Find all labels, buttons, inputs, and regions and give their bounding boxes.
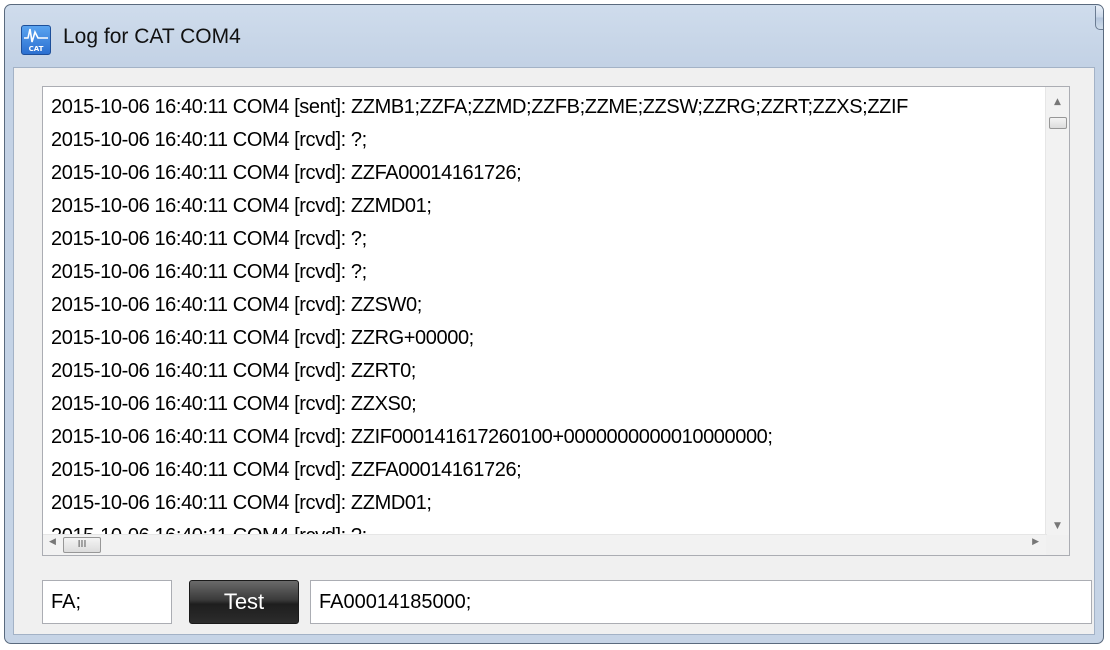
vertical-scroll-thumb[interactable] [1049,117,1067,129]
log-line: 2015-10-06 16:40:11 COM4 [rcvd]: ZZRT0; [51,360,416,382]
log-lines: 2015-10-06 16:40:11 COM4 [sent]: ZZMB1;Z… [51,91,1055,539]
scroll-up-icon[interactable]: ▲ [1046,97,1069,107]
horizontal-scroll-thumb[interactable]: III [63,537,101,553]
title-bar[interactable]: CAT Log for CAT COM4 X [5,5,1103,63]
window-title: Log for CAT COM4 [63,25,241,48]
vertical-scrollbar[interactable]: ▲ ▼ [1045,87,1069,537]
client-area: 2015-10-06 16:40:11 COM4 [sent]: ZZMB1;Z… [13,67,1095,635]
test-button[interactable]: Test [189,580,299,624]
log-line: 2015-10-06 16:40:11 COM4 [sent]: ZZMB1;Z… [51,96,908,118]
horizontal-scrollbar[interactable]: ◀ III ▶ [43,534,1047,555]
log-line: 2015-10-06 16:40:11 COM4 [rcvd]: ZZMD01; [51,492,432,514]
response-field[interactable] [310,580,1092,624]
command-input[interactable] [42,580,172,624]
log-window: CAT Log for CAT COM4 X 2015-10-06 16:40:… [4,4,1104,644]
log-textbox[interactable]: 2015-10-06 16:40:11 COM4 [sent]: ZZMB1;Z… [42,86,1070,556]
scroll-right-icon[interactable]: ▶ [1032,537,1039,547]
app-icon: CAT [21,25,51,55]
log-line: 2015-10-06 16:40:11 COM4 [rcvd]: ZZRG+00… [51,327,474,349]
log-line: 2015-10-06 16:40:11 COM4 [rcvd]: ?; [51,228,367,250]
scrollbar-corner [1046,535,1069,555]
log-line: 2015-10-06 16:40:11 COM4 [rcvd]: ZZMD01; [51,195,432,217]
log-line: 2015-10-06 16:40:11 COM4 [rcvd]: ZZIF000… [51,426,773,448]
minimize-button[interactable] [1095,6,1103,30]
scroll-down-icon[interactable]: ▼ [1046,521,1069,531]
log-line: 2015-10-06 16:40:11 COM4 [rcvd]: ?; [51,129,367,151]
log-line: 2015-10-06 16:40:11 COM4 [rcvd]: ZZXS0; [51,393,417,415]
log-line: 2015-10-06 16:40:11 COM4 [rcvd]: ZZSW0; [51,294,422,316]
log-line: 2015-10-06 16:40:11 COM4 [rcvd]: ?; [51,261,367,283]
log-line: 2015-10-06 16:40:11 COM4 [rcvd]: ZZFA000… [51,459,522,481]
app-icon-label: CAT [28,45,44,53]
log-line: 2015-10-06 16:40:11 COM4 [rcvd]: ZZFA000… [51,162,522,184]
scroll-left-icon[interactable]: ◀ [49,537,56,547]
